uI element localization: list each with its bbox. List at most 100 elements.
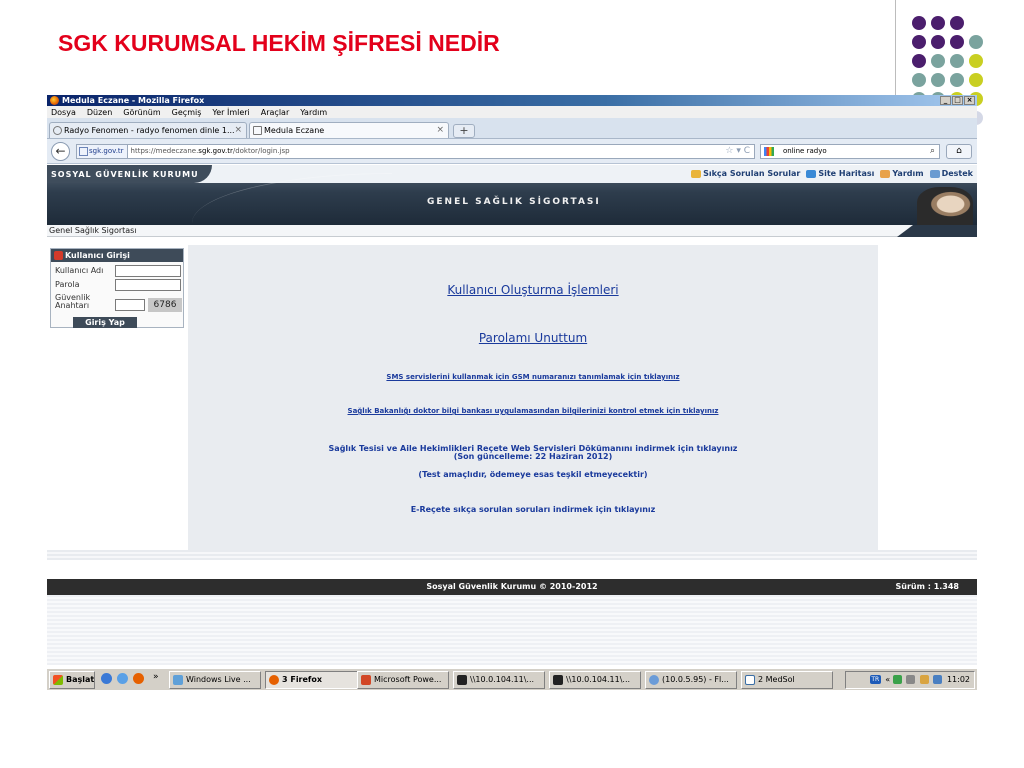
sgk-logo[interactable]: SOSYAL GÜVENLİK KURUMU: [51, 170, 199, 179]
menu-yer-imleri[interactable]: Yer İmleri: [212, 108, 249, 117]
minimize-button[interactable]: _: [940, 96, 951, 105]
sms-gsm-link[interactable]: SMS servislerini kullanmak için GSM numa…: [188, 373, 878, 381]
site-header: SOSYAL GÜVENLİK KURUMU Sıkça Sorulan Sor…: [47, 165, 977, 225]
password-label: Parola: [55, 280, 80, 289]
top-links: Sıkça Sorulan Sorular Site Haritası Yard…: [691, 169, 973, 178]
password-input[interactable]: [115, 279, 181, 291]
sitemap-link[interactable]: Site Haritası: [806, 169, 874, 178]
tab-medula-eczane[interactable]: Medula Eczane ×: [249, 122, 449, 138]
decor-dot: [931, 73, 945, 87]
start-button[interactable]: Başlat: [49, 671, 95, 689]
bookmark-reload-icons[interactable]: ☆ ▾ C: [725, 145, 750, 158]
url-bar[interactable]: sgk.gov.tr https://medeczane.sgk.gov.tr/d…: [76, 144, 755, 159]
decor-dot: [969, 54, 983, 68]
user-key-icon: [54, 251, 63, 260]
security-tray-icon[interactable]: [906, 675, 916, 684]
browser-screenshot: Medula Eczane - Mozilla Firefox _ □ × Do…: [47, 95, 977, 690]
navigation-bar: ← sgk.gov.tr https://medeczane.sgk.gov.tr…: [47, 139, 977, 164]
decor-dot: [931, 16, 945, 30]
decor-dot: [969, 35, 983, 49]
taskbar-item-medsol[interactable]: 2 MedSol: [741, 671, 833, 689]
ataturk-portrait: [917, 187, 973, 225]
login-button[interactable]: Giriş Yap: [73, 317, 137, 328]
update-tray-icon[interactable]: [919, 675, 929, 684]
help-icon: [880, 169, 891, 178]
security-key-input[interactable]: [115, 299, 145, 311]
firefox-quicklaunch-icon[interactable]: [133, 673, 144, 684]
menu-dosya[interactable]: Dosya: [51, 108, 76, 117]
quicklaunch-chevron-icon[interactable]: »: [153, 672, 159, 682]
menu-gorunum[interactable]: Görünüm: [123, 108, 160, 117]
tab-label: Radyo Fenomen - radyo fenomen dinle 1...: [64, 126, 235, 135]
desktop-quicklaunch-icon[interactable]: [117, 673, 128, 684]
menu-gecmis[interactable]: Geçmiş: [172, 108, 202, 117]
header-title: GENEL SAĞLIK SİGORTASI: [427, 197, 601, 207]
support-icon: [929, 169, 940, 178]
back-button[interactable]: ←: [51, 142, 70, 161]
login-panel: Kullanıcı Girişi Kullanıcı Adı Parola Gü…: [50, 248, 184, 328]
last-update-note: (Son güncelleme: 22 Haziran 2012): [453, 452, 613, 461]
tab-bar: Radyo Fenomen - radyo fenomen dinle 1...…: [47, 118, 977, 139]
main-content: Kullanıcı Oluşturma İşlemleri Parolamı U…: [188, 245, 878, 550]
create-user-link[interactable]: Kullanıcı Oluşturma İşlemleri: [188, 283, 878, 297]
tab-radyo-fenomen[interactable]: Radyo Fenomen - radyo fenomen dinle 1...…: [49, 122, 247, 138]
slide-title: SGK KURUMSAL HEKİM ŞİFRESİ NEDİR: [58, 30, 500, 56]
menu-yardim[interactable]: Yardım: [300, 108, 327, 117]
help-link[interactable]: Yardım: [880, 169, 924, 178]
window-controls: _ □ ×: [940, 96, 975, 105]
menu-araclar[interactable]: Araçlar: [261, 108, 289, 117]
login-title: Kullanıcı Girişi: [65, 251, 130, 260]
decor-dot: [969, 73, 983, 87]
login-panel-header: Kullanıcı Girişi: [51, 249, 183, 262]
close-tab-icon[interactable]: ×: [436, 123, 444, 138]
faq-icon: [691, 169, 702, 178]
close-tab-icon[interactable]: ×: [234, 123, 242, 138]
faq-download-link[interactable]: E-Reçete sıkça sorulan soruları indirmek…: [188, 505, 878, 515]
bakanlik-check-link[interactable]: Sağlık Bakanlığı doktor bilgi bankası uy…: [188, 407, 878, 415]
menu-duzen[interactable]: Düzen: [87, 108, 112, 117]
site-identity-badge[interactable]: sgk.gov.tr: [77, 145, 128, 158]
tray-chevron-icon[interactable]: «: [885, 675, 890, 684]
taskbar-item-remote[interactable]: (10.0.5.95) - Fl...: [645, 671, 737, 689]
new-tab-button[interactable]: +: [453, 124, 475, 138]
security-key-label: Güvenlik Anahtarı: [55, 293, 91, 310]
search-value: online radyo: [783, 147, 827, 155]
support-link[interactable]: Destek: [929, 169, 973, 178]
home-button[interactable]: ⌂: [946, 144, 972, 159]
maximize-button[interactable]: □: [952, 96, 963, 105]
network-icon[interactable]: [892, 675, 902, 684]
taskbar-item-powerpoint[interactable]: Microsoft Powe...: [357, 671, 449, 689]
search-input[interactable]: online radyo ⌕: [760, 144, 940, 159]
volume-icon[interactable]: [933, 675, 943, 684]
windows-logo-icon: [53, 675, 63, 685]
faq-link[interactable]: Sıkça Sorulan Sorular: [691, 169, 800, 178]
breadcrumb: Genel Sağlık Sigortası: [47, 225, 977, 237]
forgot-password-link[interactable]: Parolamı Unuttum: [188, 331, 878, 345]
test-purpose-note: (Test amaçlıdır, ödemeye esas teşkil etm…: [418, 470, 648, 479]
sitemap-icon: [806, 169, 817, 178]
decor-dot: [950, 16, 964, 30]
username-label: Kullanıcı Adı: [55, 266, 104, 275]
decor-dot: [950, 73, 964, 87]
taskbar-item-cmd-2[interactable]: \\10.0.104.11\...: [549, 671, 641, 689]
language-indicator[interactable]: TR: [869, 675, 881, 684]
play-icon: [53, 126, 62, 135]
taskbar-item-cmd-1[interactable]: \\10.0.104.11\...: [453, 671, 545, 689]
taskbar-item-windows-live[interactable]: Windows Live ...: [169, 671, 261, 689]
ie-quicklaunch-icon[interactable]: [101, 673, 112, 684]
close-window-button[interactable]: ×: [964, 96, 975, 105]
username-input[interactable]: [115, 265, 181, 277]
decor-divider-line: [895, 0, 896, 95]
decor-dot: [912, 35, 926, 49]
search-icon[interactable]: ⌕: [930, 145, 935, 158]
captcha-image: 6786: [148, 298, 182, 312]
decor-dot: [912, 73, 926, 87]
decor-dot: [950, 54, 964, 68]
tab-label: Medula Eczane: [264, 126, 325, 135]
windows-taskbar: Başlat » Windows Live ... 3 Firefox Micr…: [47, 668, 977, 690]
window-title: Medula Eczane - Mozilla Firefox: [62, 96, 205, 105]
decor-dot: [931, 35, 945, 49]
url-text: https://medeczane.sgk.gov.tr/doktor/logi…: [130, 147, 290, 155]
taskbar-item-firefox[interactable]: 3 Firefox: [265, 671, 363, 689]
footer-version: Sürüm : 1.348: [895, 582, 959, 591]
